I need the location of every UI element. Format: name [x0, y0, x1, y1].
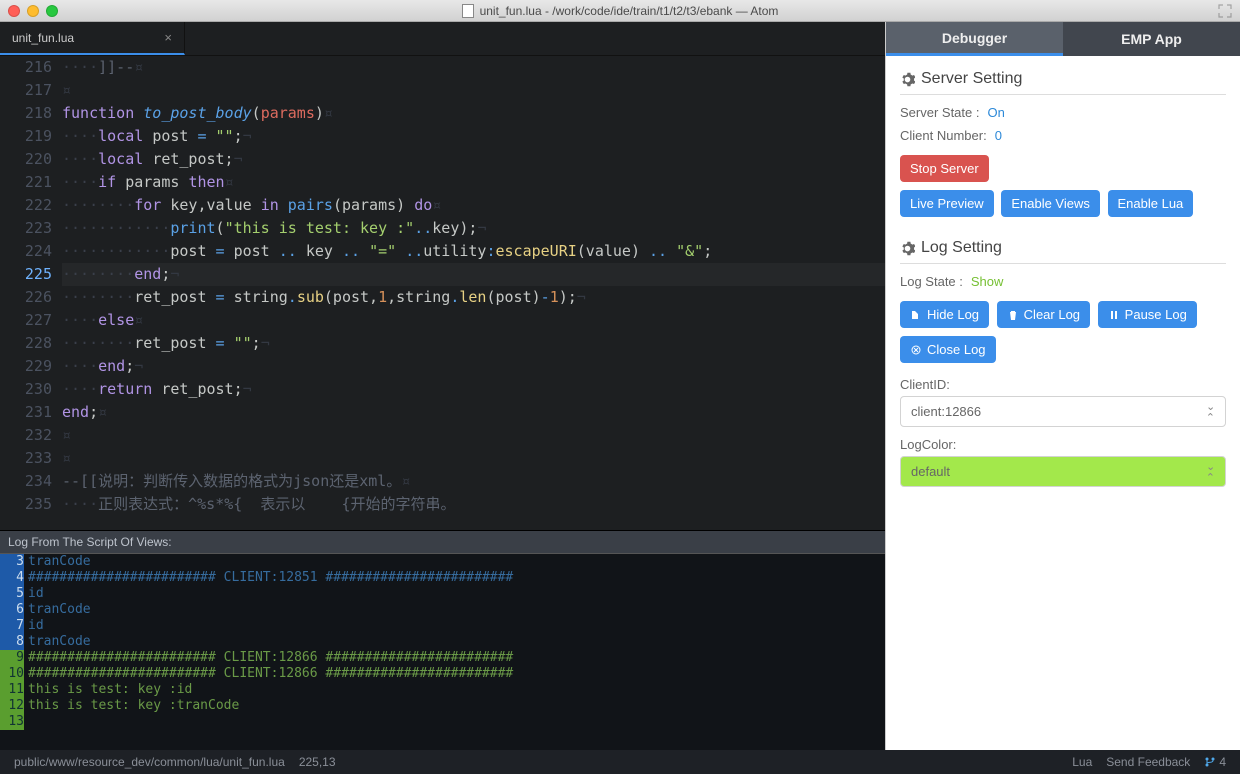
client-number-value: 0 — [995, 128, 1002, 143]
tab-unit-fun[interactable]: unit_fun.lua × — [0, 22, 185, 55]
pause-log-button[interactable]: Pause Log — [1098, 301, 1197, 328]
close-icon[interactable]: × — [164, 30, 172, 45]
stop-server-button[interactable]: Stop Server — [900, 155, 989, 182]
clientid-select[interactable]: client:12866 — [900, 396, 1226, 427]
zoom-window-icon[interactable] — [46, 5, 58, 17]
status-path[interactable]: public/www/resource_dev/common/lua/unit_… — [14, 755, 285, 769]
tab-label: unit_fun.lua — [12, 31, 74, 45]
log-panel: Log From The Script Of Views: 3456789101… — [0, 530, 885, 750]
enable-views-button[interactable]: Enable Views — [1001, 190, 1100, 217]
minimize-window-icon[interactable] — [27, 5, 39, 17]
line-gutter: 2162172182192202212222232242252262272282… — [0, 56, 62, 530]
git-status[interactable]: 4 — [1204, 755, 1226, 769]
close-window-icon[interactable] — [8, 5, 20, 17]
log-state-value: Show — [971, 274, 1004, 289]
panel-tabs: Debugger EMP App — [886, 22, 1240, 56]
clientid-label: ClientID: — [900, 377, 1226, 392]
code-body[interactable]: ····]]--¤¤function to_post_body(params)¤… — [62, 56, 885, 530]
logcolor-label: LogColor: — [900, 437, 1226, 452]
client-number-label: Client Number: — [900, 128, 987, 143]
code-editor[interactable]: 2162172182192202212222232242252262272282… — [0, 56, 885, 530]
traffic-lights[interactable] — [8, 5, 58, 17]
status-language[interactable]: Lua — [1072, 755, 1092, 769]
gear-icon — [900, 72, 915, 87]
live-preview-button[interactable]: Live Preview — [900, 190, 994, 217]
log-header: Log From The Script Of Views: — [0, 531, 885, 554]
window-title: unit_fun.lua - /work/code/ide/train/t1/t… — [0, 4, 1240, 18]
server-setting-header: Server Setting — [900, 70, 1226, 95]
log-setting-header: Log Setting — [900, 239, 1226, 264]
server-state-value: On — [987, 105, 1004, 120]
server-setting-title: Server Setting — [921, 70, 1022, 88]
log-state-label: Log State : — [900, 274, 963, 289]
hide-log-button[interactable]: Hide Log — [900, 301, 989, 328]
fullscreen-icon[interactable] — [1218, 4, 1232, 18]
send-feedback-link[interactable]: Send Feedback — [1106, 755, 1190, 769]
statusbar: public/www/resource_dev/common/lua/unit_… — [0, 750, 1240, 774]
git-count: 4 — [1219, 755, 1226, 769]
enable-lua-button[interactable]: Enable Lua — [1108, 190, 1194, 217]
log-setting-title: Log Setting — [921, 239, 1002, 257]
status-cursor-pos: 225,13 — [299, 755, 336, 769]
gear-icon — [900, 241, 915, 256]
logcolor-select[interactable]: default — [900, 456, 1226, 487]
server-state-label: Server State : — [900, 105, 979, 120]
debugger-panel: Debugger EMP App Server Setting Server S… — [885, 22, 1240, 750]
window-title-text: unit_fun.lua - /work/code/ide/train/t1/t… — [480, 4, 779, 18]
titlebar: unit_fun.lua - /work/code/ide/train/t1/t… — [0, 0, 1240, 22]
clear-log-button[interactable]: Clear Log — [997, 301, 1090, 328]
file-icon — [462, 4, 474, 18]
tab-emp-app[interactable]: EMP App — [1063, 22, 1240, 56]
log-body[interactable]: 345678910111213 tranCode################… — [0, 554, 885, 750]
git-branch-icon — [1204, 756, 1216, 768]
tab-debugger[interactable]: Debugger — [886, 22, 1063, 56]
editor-area: unit_fun.lua × 2162172182192202212222232… — [0, 22, 885, 750]
editor-tabbar: unit_fun.lua × — [0, 22, 885, 56]
close-log-button[interactable]: Close Log — [900, 336, 996, 363]
